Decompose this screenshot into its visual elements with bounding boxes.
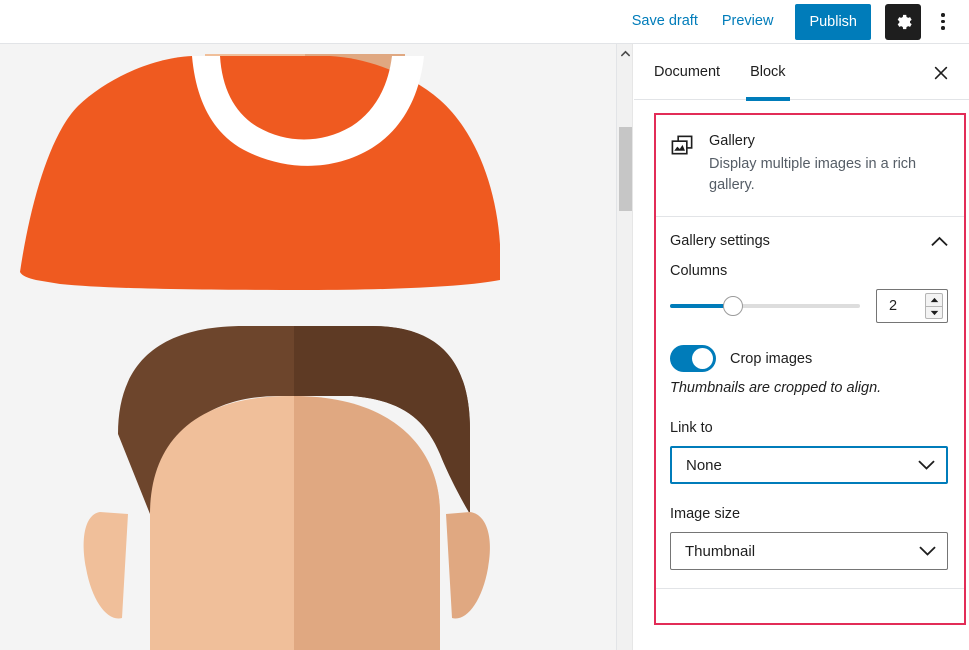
chevron-up-icon [931,236,948,247]
link-to-select[interactable]: None [670,446,948,484]
editor-canvas[interactable] [0,44,616,650]
more-options-button[interactable] [925,4,961,40]
columns-stepper[interactable] [925,293,943,319]
preview-button[interactable]: Preview [712,6,784,37]
gallery-settings-panel: Gallery settings Columns [656,217,964,589]
block-title: Gallery [709,131,948,152]
slider-thumb[interactable] [723,296,743,316]
sidebar-scrollbar[interactable] [617,44,633,650]
columns-control-row: 2 [670,289,948,323]
gallery-settings-title: Gallery settings [670,233,770,249]
gallery-settings-body: Columns 2 [656,263,964,588]
close-icon [934,66,948,80]
editor-window: Save draft Preview Publish [0,0,969,650]
columns-value[interactable]: 2 [889,298,925,314]
crop-images-row: Crop images [670,345,948,372]
chevron-down-icon [919,546,936,557]
crop-images-label: Crop images [730,351,812,367]
scroll-up-button[interactable] [617,44,633,62]
scroll-thumb[interactable] [619,127,632,211]
chevron-down-icon [918,460,935,471]
gear-icon [893,12,913,32]
crop-images-help-text: Thumbnails are cropped to align. [670,378,948,398]
image-size-select[interactable]: Thumbnail [670,532,948,570]
image-size-label: Image size [670,506,948,522]
publish-button[interactable]: Publish [795,4,871,40]
more-vertical-icon [941,20,945,24]
gallery-settings-toggle[interactable]: Gallery settings [656,217,964,263]
block-inspector-highlight: Gallery Display multiple images in a ric… [654,113,966,625]
columns-label: Columns [670,263,948,279]
link-to-field: Link to None [670,420,948,484]
image-size-value: Thumbnail [685,543,755,560]
editor-toolbar: Save draft Preview Publish [0,0,969,44]
sidebar-tab-bar: Document Block [634,44,969,100]
crop-images-toggle[interactable] [670,345,716,372]
columns-number-input[interactable]: 2 [876,289,948,323]
chevron-up-icon [621,50,630,57]
settings-sidebar: Document Block [616,44,969,650]
caret-down-icon[interactable] [926,306,942,318]
gallery-icon [670,133,695,196]
block-card-text: Gallery Display multiple images in a ric… [709,131,948,196]
sidebar-content: Document Block [634,44,969,650]
save-draft-button[interactable]: Save draft [622,6,708,37]
columns-slider[interactable] [670,296,860,316]
more-vertical-icon [941,26,945,30]
image-size-field: Image size Thumbnail [670,506,948,570]
link-to-label: Link to [670,420,948,436]
person-avatar-illustration [0,44,616,650]
tab-document[interactable]: Document [654,44,720,100]
block-description: Display multiple images in a rich galler… [709,154,948,196]
block-card: Gallery Display multiple images in a ric… [656,115,964,217]
settings-gear-button[interactable] [885,4,921,40]
close-sidebar-button[interactable] [926,58,956,88]
toggle-knob [692,348,713,369]
caret-up-icon[interactable] [926,294,942,306]
tab-block[interactable]: Block [750,44,785,100]
link-to-value: None [686,457,722,474]
more-vertical-icon [941,13,945,17]
